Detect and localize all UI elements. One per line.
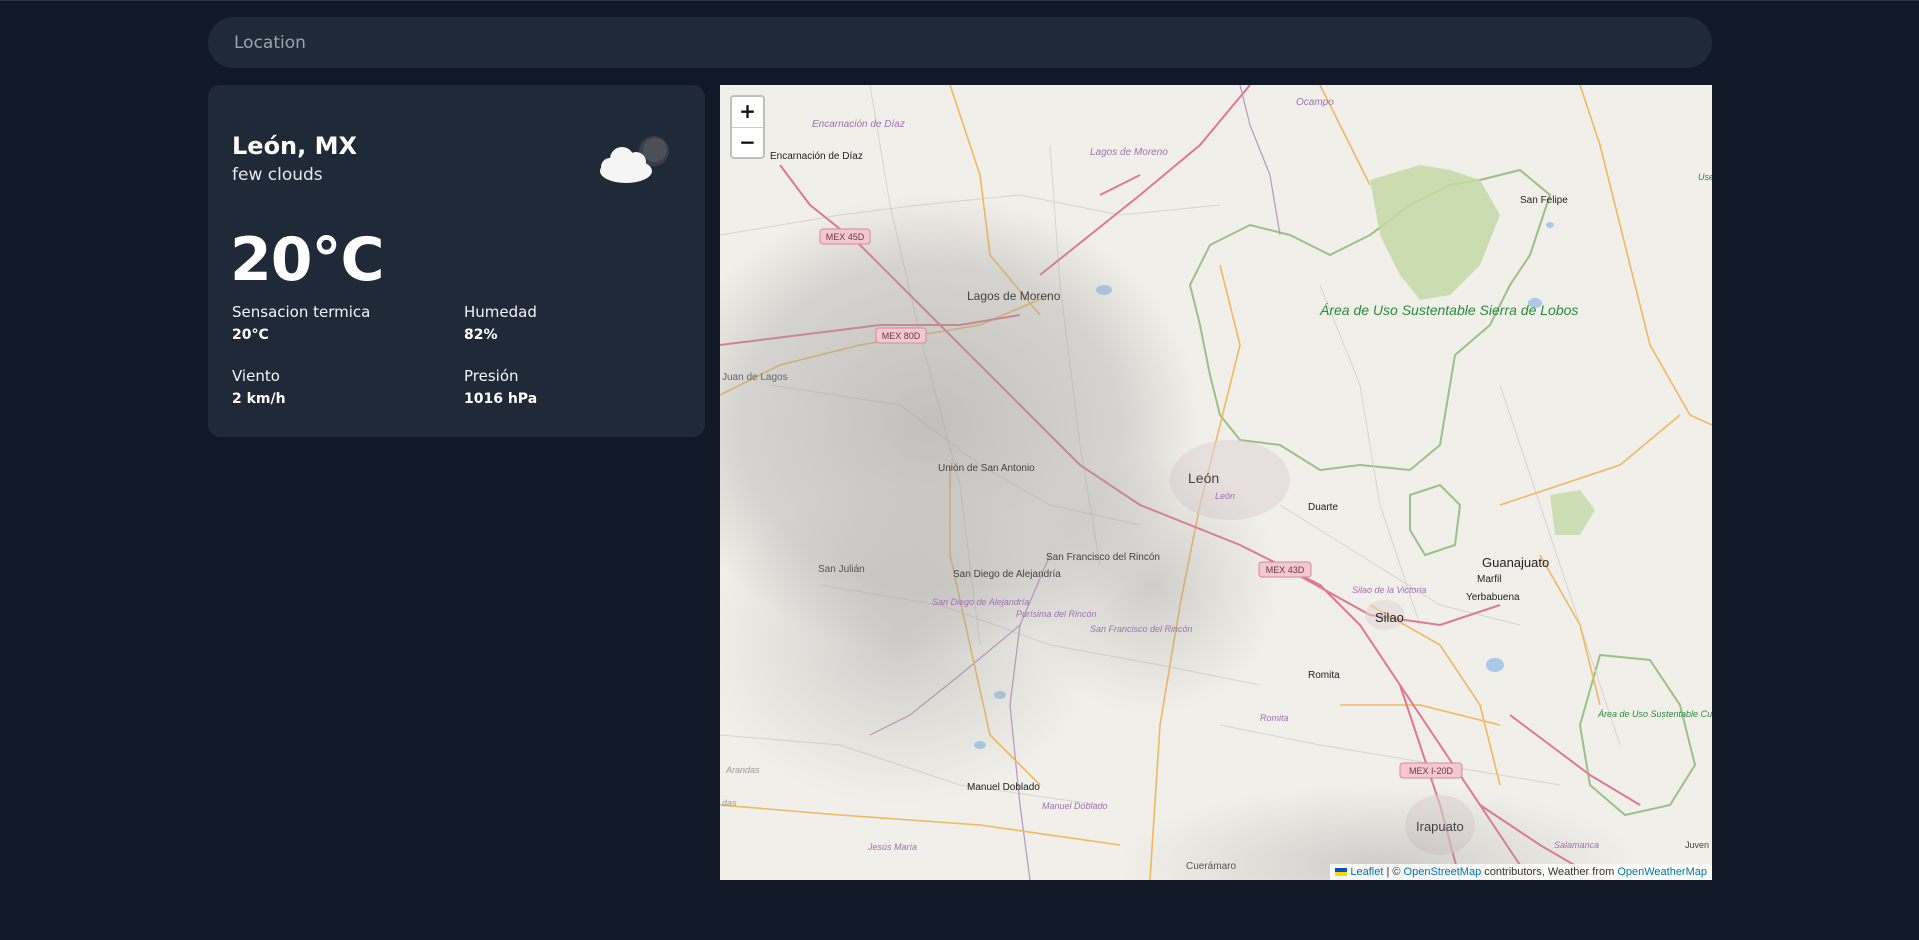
place-label: Lagos de Moreno: [1090, 147, 1168, 158]
green-patch: [1550, 490, 1595, 535]
place-label: Juven: [1685, 840, 1709, 850]
place-label: Salamanca: [1554, 840, 1599, 850]
svg-text:MEX 43D: MEX 43D: [1266, 565, 1305, 575]
stat-value: 82%: [464, 327, 498, 343]
shield-mex45d: MEX 45D: [819, 228, 871, 245]
city-name: León, MX: [232, 132, 358, 160]
forest-patch: [1370, 165, 1500, 300]
svg-text:MEX 80D: MEX 80D: [882, 331, 921, 341]
place-label: Silao: [1375, 610, 1404, 625]
place-label: Unión de San Antonio: [938, 463, 1035, 474]
place-label: Use: [1698, 172, 1712, 182]
top-border: [0, 0, 1919, 1]
place-label: Manuel Doblado: [1042, 801, 1108, 811]
place-label: Cuerámaro: [1186, 861, 1236, 872]
place-label: Ocampo: [1296, 97, 1334, 108]
zoom-control: + −: [730, 95, 765, 159]
ukraine-flag-icon: [1335, 868, 1348, 877]
stat-feels-like: Sensacion termica 20°C: [232, 303, 370, 343]
place-label: Manuel Doblado: [967, 782, 1040, 793]
place-label: das: [722, 798, 737, 808]
place-label: Purísima del Rincón: [1016, 609, 1097, 619]
weather-description: few clouds: [232, 165, 323, 185]
place-label: Yerbabuena: [1466, 592, 1520, 603]
place-label: Guanajuato: [1482, 555, 1549, 570]
stat-wind: Viento 2 km/h: [232, 367, 286, 407]
zoom-in-button[interactable]: +: [732, 97, 763, 128]
shield-mex80d: MEX 80D: [875, 327, 927, 344]
place-label: Encarnación de Díaz: [812, 119, 905, 130]
place-label: Juan de Lagos: [722, 372, 788, 383]
weather-map[interactable]: MEX 45D MEX 80D MEX 43D MEX I-20D Encarn…: [720, 85, 1712, 880]
svg-text:MEX 45D: MEX 45D: [826, 232, 865, 242]
place-label: Silao de la Victoria: [1352, 585, 1426, 595]
few-clouds-icon: [600, 136, 669, 183]
protected-area-cuenca: [1578, 653, 1697, 817]
cloud-overlay: [1020, 455, 1280, 715]
leaflet-link[interactable]: Leaflet: [1350, 866, 1383, 878]
place-label: Irapuato: [1416, 819, 1464, 834]
place-label: Área de Uso Sustentable Sierra de Lobos: [1319, 302, 1578, 318]
attribution-text: contributors, Weather from: [1481, 866, 1618, 878]
place-label: León: [1215, 491, 1235, 501]
weather-card: León, MX few clouds 20°C Sensacion termi…: [208, 85, 705, 437]
place-label: Área de Uso Sustentable Cuenca Alta del …: [1597, 709, 1712, 719]
place-label: León: [1188, 470, 1219, 486]
stat-label: Presión: [464, 367, 519, 385]
openweathermap-link[interactable]: OpenWeatherMap: [1617, 866, 1707, 878]
shield-mexi20d: MEX I-20D: [1399, 762, 1463, 779]
zoom-out-button[interactable]: −: [732, 128, 763, 158]
place-label: San Diego de Alejandría: [932, 597, 1029, 607]
openstreetmap-link[interactable]: OpenStreetMap: [1404, 866, 1482, 878]
place-label: San Francisco del Rincón: [1090, 624, 1193, 634]
stat-label: Humedad: [464, 303, 537, 321]
place-label: Romita: [1260, 713, 1289, 723]
place-label: Duarte: [1308, 502, 1338, 513]
svg-text:MEX I-20D: MEX I-20D: [1409, 766, 1454, 776]
place-label: San Francisco del Rincón: [1046, 552, 1160, 563]
search-bar[interactable]: [208, 17, 1712, 68]
map-attribution: Leaflet | © OpenStreetMap contributors, …: [1330, 864, 1712, 880]
shield-mex43d: MEX 43D: [1258, 561, 1312, 578]
green-patch-2: [1409, 483, 1462, 557]
place-label: Romita: [1308, 670, 1340, 681]
stat-value: 1016 hPa: [464, 391, 538, 407]
stat-label: Viento: [232, 367, 280, 385]
place-label: Jesús María: [867, 842, 917, 852]
stat-pressure: Presión 1016 hPa: [464, 367, 537, 407]
place-label: Encarnación de Díaz: [770, 151, 863, 162]
stat-value: 2 km/h: [232, 391, 286, 407]
current-temperature: 20°C: [230, 225, 385, 295]
place-label: Lagos de Moreno: [967, 289, 1061, 303]
location-search-input[interactable]: [232, 31, 1688, 54]
place-label: Marfil: [1477, 574, 1501, 585]
attribution-separator: | ©: [1383, 866, 1404, 878]
place-label: San Diego de Alejandría: [953, 569, 1061, 580]
place-label: Arandas: [725, 765, 760, 775]
stat-value: 20°C: [232, 327, 269, 343]
place-label: San Julián: [818, 564, 865, 575]
place-label: San Felipe: [1520, 195, 1568, 206]
stat-label: Sensacion termica: [232, 303, 371, 321]
stat-humidity: Humedad 82%: [464, 303, 537, 343]
map-tiles[interactable]: MEX 45D MEX 80D MEX 43D MEX I-20D Encarn…: [720, 85, 1712, 880]
